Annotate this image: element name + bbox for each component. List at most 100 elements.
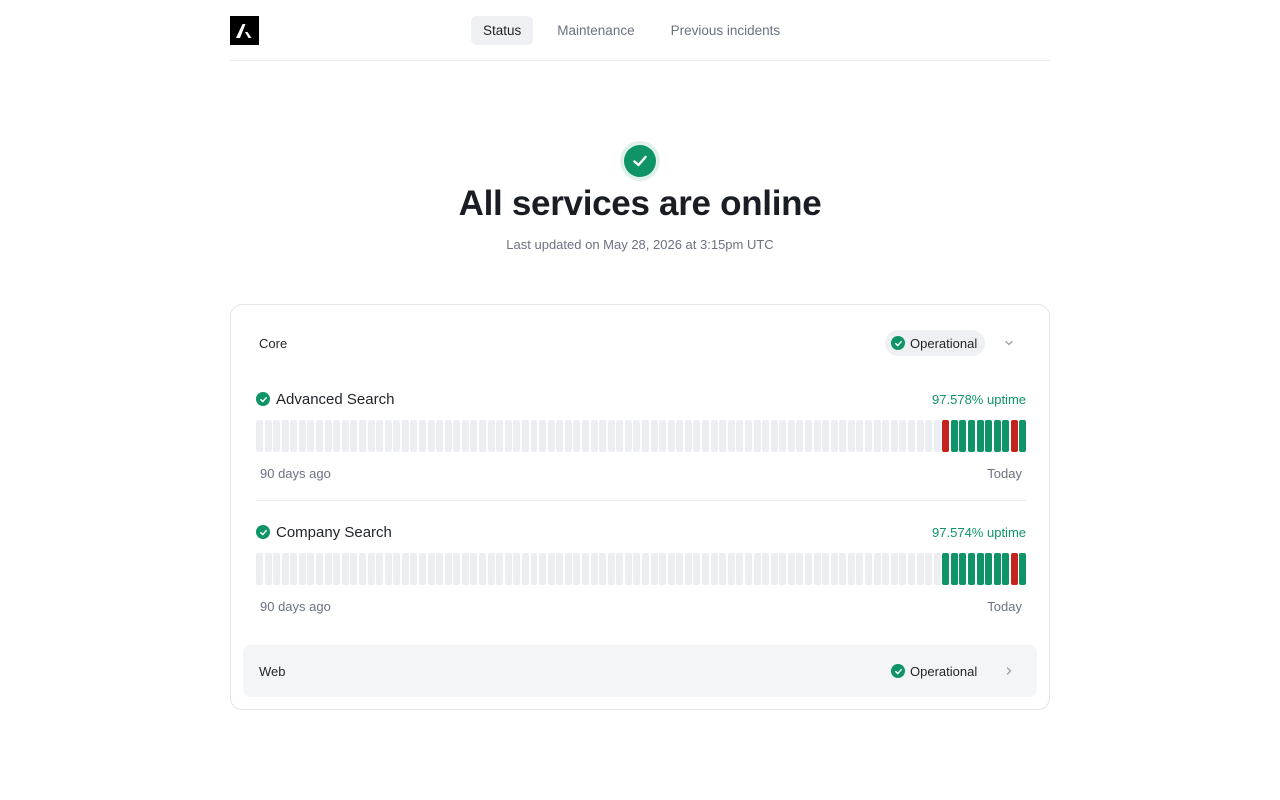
uptime-bar-day[interactable] [401,553,409,585]
uptime-bar-day[interactable] [281,553,289,585]
uptime-bar-day[interactable] [444,553,452,585]
uptime-bar-day[interactable] [882,553,890,585]
uptime-bar-day[interactable] [702,553,710,585]
uptime-bar-day[interactable] [839,553,847,585]
uptime-bar-day[interactable] [307,420,315,452]
uptime-bar-day[interactable] [290,420,298,452]
uptime-bar-day[interactable] [839,420,847,452]
uptime-bar-day[interactable] [358,420,366,452]
tab-status[interactable]: Status [471,16,534,45]
uptime-bar-day[interactable] [581,420,589,452]
uptime-bar-day[interactable] [925,553,933,585]
uptime-bar-day[interactable] [719,420,727,452]
uptime-bar-day[interactable] [1019,420,1027,452]
uptime-bar-day[interactable] [847,420,855,452]
uptime-bar-day[interactable] [298,553,306,585]
uptime-bar-day[interactable] [453,553,461,585]
uptime-bar-day[interactable] [916,553,924,585]
chevron-right-icon[interactable] [1001,663,1017,679]
uptime-bar-day[interactable] [830,553,838,585]
uptime-bar-day[interactable] [530,553,538,585]
uptime-bar-day[interactable] [967,553,975,585]
uptime-bar-day[interactable] [916,420,924,452]
uptime-bar-day[interactable] [693,420,701,452]
uptime-bar-day[interactable] [436,553,444,585]
group-header-web[interactable]: Web Operational [243,645,1037,697]
uptime-bar-day[interactable] [642,553,649,585]
uptime-bar-day[interactable] [333,553,341,585]
uptime-bar-day[interactable] [1019,553,1027,585]
uptime-bar-day[interactable] [642,420,649,452]
uptime-bar-day[interactable] [401,420,409,452]
uptime-bar-day[interactable] [539,553,547,585]
uptime-bar-day[interactable] [684,420,692,452]
uptime-bar-day[interactable] [822,420,830,452]
uptime-bar-day[interactable] [1010,553,1018,585]
uptime-bar-day[interactable] [805,420,812,452]
uptime-bar-day[interactable] [967,420,975,452]
uptime-bar-day[interactable] [616,420,624,452]
uptime-bar-day[interactable] [350,420,358,452]
uptime-bar-day[interactable] [753,420,761,452]
uptime-bar-day[interactable] [805,553,812,585]
uptime-bar-day[interactable] [873,420,881,452]
uptime-bar-day[interactable] [316,420,324,452]
uptime-bar-day[interactable] [985,553,993,585]
uptime-bar-day[interactable] [942,420,950,452]
uptime-bar-day[interactable] [856,420,864,452]
uptime-bar-day[interactable] [264,420,272,452]
uptime-bar-day[interactable] [736,420,744,452]
uptime-bar-day[interactable] [659,553,667,585]
uptime-bar-day[interactable] [316,553,324,585]
uptime-bar-day[interactable] [521,420,529,452]
uptime-bar-day[interactable] [616,553,624,585]
uptime-bar-day[interactable] [281,420,289,452]
uptime-bar-day[interactable] [556,420,564,452]
uptime-bar-day[interactable] [470,553,478,585]
uptime-bar-day[interactable] [830,420,838,452]
uptime-bar-day[interactable] [539,420,547,452]
uptime-bar-day[interactable] [427,420,435,452]
uptime-bar-day[interactable] [530,420,538,452]
uptime-bar-day[interactable] [290,553,298,585]
uptime-bar-day[interactable] [890,553,898,585]
uptime-bar-day[interactable] [556,553,564,585]
uptime-bar-day[interactable] [341,420,349,452]
uptime-bar-day[interactable] [710,553,718,585]
uptime-bar-day[interactable] [847,553,855,585]
uptime-bar-day[interactable] [496,420,504,452]
uptime-bar-day[interactable] [950,553,958,585]
uptime-bar-day[interactable] [762,553,770,585]
uptime-bar-day[interactable] [779,420,787,452]
chevron-down-icon[interactable] [1001,335,1017,351]
uptime-bar-day[interactable] [581,553,589,585]
uptime-bar-day[interactable] [650,553,658,585]
uptime-bar-day[interactable] [684,553,692,585]
uptime-bar-day[interactable] [633,553,641,585]
uptime-bar-day[interactable] [659,420,667,452]
uptime-bar-day[interactable] [513,420,521,452]
uptime-bar-day[interactable] [667,553,675,585]
uptime-bar-day[interactable] [942,553,950,585]
uptime-bar-day[interactable] [890,420,898,452]
uptime-bar-day[interactable] [899,553,907,585]
uptime-bar-day[interactable] [479,420,487,452]
uptime-bar-day[interactable] [779,553,787,585]
uptime-bar-day[interactable] [624,553,632,585]
uptime-bar-day[interactable] [453,420,461,452]
uptime-bar-day[interactable] [933,553,941,585]
uptime-bar-day[interactable] [487,553,495,585]
uptime-bar-day[interactable] [710,420,718,452]
uptime-bar-day[interactable] [650,420,658,452]
uptime-bar-day[interactable] [384,420,392,452]
uptime-bar-day[interactable] [573,420,581,452]
uptime-bar-day[interactable] [899,420,907,452]
uptime-bar-day[interactable] [573,553,581,585]
uptime-bar-day[interactable] [693,553,701,585]
uptime-bar-day[interactable] [367,420,375,452]
uptime-bar-day[interactable] [418,553,426,585]
uptime-bar-day[interactable] [607,553,615,585]
uptime-bar-day[interactable] [504,420,512,452]
uptime-bar-day[interactable] [925,420,933,452]
uptime-bar-day[interactable] [624,420,632,452]
